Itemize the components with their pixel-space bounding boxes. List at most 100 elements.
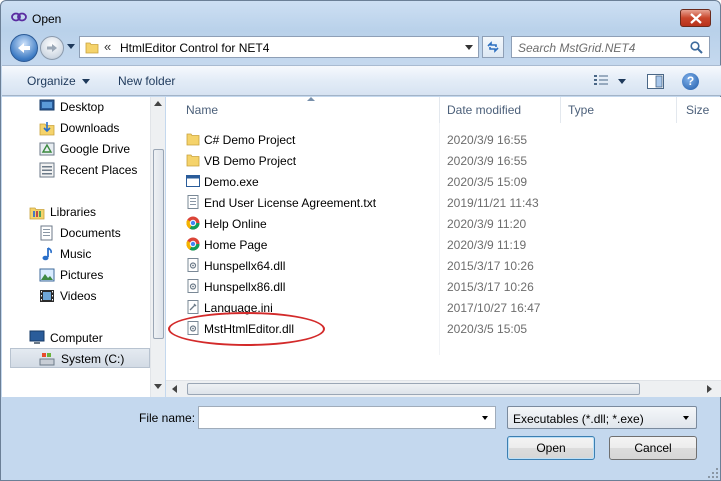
file-date: 2015/3/17 10:26 (447, 259, 534, 273)
file-list: Name Date modified Type Size C# Demo Pro… (166, 97, 721, 397)
file-row[interactable]: VB Demo Project 2020/3/9 16:55 (166, 150, 586, 171)
file-type-value: Executables (*.dll; *.exe) (513, 412, 644, 426)
sidebar-item-libraries[interactable]: Libraries (2, 202, 149, 222)
file-row[interactable]: Home Page 2020/3/9 11:19 (166, 234, 586, 255)
chevron-down-icon[interactable] (465, 45, 473, 50)
file-row[interactable]: Hunspellx86.dll 2015/3/17 10:26 (166, 276, 586, 297)
sidebar-item-computer[interactable]: Computer (2, 328, 149, 348)
file-date: 2020/3/9 16:55 (447, 133, 528, 147)
sidebar-item-label: Google Drive (60, 142, 131, 156)
sidebar-item-system-c[interactable]: System (C:) (10, 348, 150, 368)
sidebar-item-documents[interactable]: Documents (2, 223, 149, 243)
chevron-down-icon[interactable] (482, 416, 488, 420)
desktop-icon (39, 99, 55, 111)
sidebar-item-label: Downloads (60, 121, 120, 135)
cancel-button[interactable]: Cancel (609, 436, 697, 460)
open-dialog: Open « HtmlEditor Control for NET4 Searc… (0, 0, 721, 481)
scroll-right-icon[interactable] (707, 385, 712, 393)
column-header-date-modified[interactable]: Date modified (440, 97, 560, 123)
breadcrumb-current-folder[interactable]: HtmlEditor Control for NET4 (120, 41, 269, 55)
ini-file-icon (187, 300, 199, 314)
window-title: Open (32, 12, 62, 26)
back-button[interactable] (10, 34, 38, 62)
address-bar[interactable]: « HtmlEditor Control for NET4 (79, 36, 479, 58)
folder-icon (186, 154, 200, 167)
file-date: 2017/10/27 16:47 (447, 301, 541, 315)
column-header-label: Date modified (447, 103, 522, 117)
refresh-button[interactable] (482, 36, 504, 58)
search-box[interactable] (511, 36, 710, 58)
sidebar-item-label: Recent Places (60, 163, 138, 177)
file-name: VB Demo Project (204, 154, 297, 168)
sidebar-item-pictures[interactable]: Pictures (2, 265, 149, 285)
change-view-icon[interactable] (593, 74, 609, 88)
file-row[interactable]: Demo.exe 2020/3/5 15:09 (166, 171, 586, 192)
scroll-up-icon[interactable] (154, 101, 162, 106)
file-date: 2020/3/9 16:55 (447, 154, 528, 168)
file-name: Home Page (204, 238, 268, 252)
file-row[interactable]: Hunspellx64.dll 2015/3/17 10:26 (166, 255, 586, 276)
refresh-icon (487, 41, 499, 53)
scroll-left-icon[interactable] (172, 385, 177, 393)
column-header-size[interactable]: Size (677, 97, 721, 123)
file-date: 2015/3/17 10:26 (447, 280, 534, 294)
file-date: 2019/11/21 11:43 (447, 196, 539, 210)
file-date: 2020/3/9 11:20 (447, 217, 527, 231)
breadcrumb-overflow[interactable]: « (104, 39, 111, 54)
sidebar-item-label: Music (60, 247, 92, 261)
organize-menu[interactable]: Organize (27, 74, 90, 88)
column-header-label: Size (686, 103, 710, 117)
videos-icon (40, 290, 54, 302)
resize-grip-icon[interactable] (707, 467, 719, 479)
file-list-horizontal-scrollbar[interactable] (166, 380, 721, 397)
open-button[interactable]: Open (507, 436, 595, 460)
forward-arrow-icon (47, 44, 57, 52)
file-name: Hunspellx86.dll (204, 280, 286, 294)
drive-icon (39, 353, 55, 366)
close-button[interactable] (680, 9, 711, 27)
file-type-select[interactable]: Executables (*.dll; *.exe) (507, 406, 697, 429)
file-row[interactable]: End User License Agreement.txt 2019/11/2… (166, 192, 586, 213)
scroll-down-icon[interactable] (154, 384, 162, 389)
column-header-type[interactable]: Type (561, 97, 676, 123)
sidebar-item-music[interactable]: Music (2, 244, 149, 264)
sidebar-item-downloads[interactable]: Downloads (2, 118, 149, 138)
scrollbar-thumb[interactable] (187, 383, 640, 395)
close-icon (690, 13, 702, 24)
recent-places-icon (39, 162, 55, 178)
sidebar-item-desktop[interactable]: Desktop (2, 97, 149, 117)
chevron-down-icon (81, 79, 90, 85)
file-name-combobox[interactable] (198, 406, 496, 429)
search-input[interactable] (518, 40, 683, 56)
help-icon[interactable]: ? (682, 73, 699, 90)
sidebar-item-videos[interactable]: Videos (2, 286, 149, 306)
sort-ascending-icon (307, 97, 315, 101)
preview-pane-icon[interactable] (647, 74, 664, 89)
sidebar-item-label: Libraries (50, 205, 97, 219)
column-header-label: Name (186, 103, 219, 117)
file-row[interactable]: C# Demo Project 2020/3/9 16:55 (166, 129, 586, 150)
dll-icon (187, 279, 199, 293)
forward-button[interactable] (40, 36, 64, 60)
chevron-down-icon (683, 416, 689, 420)
navigation-pane-scrollbar[interactable] (150, 97, 165, 397)
file-name-field[interactable] (202, 410, 472, 425)
search-icon[interactable] (690, 41, 703, 54)
view-options-dropdown[interactable] (618, 79, 626, 84)
new-folder-button[interactable]: New folder (118, 74, 175, 88)
recent-locations-dropdown[interactable] (67, 44, 75, 49)
column-header-name[interactable]: Name (166, 97, 439, 123)
file-row[interactable]: Help Online 2020/3/9 11:20 (166, 213, 586, 234)
folder-icon (186, 133, 200, 146)
libraries-icon (29, 207, 45, 220)
scrollbar-thumb[interactable] (153, 149, 164, 339)
back-arrow-icon (18, 43, 30, 53)
file-name: Demo.exe (204, 175, 259, 189)
exe-icon (186, 175, 200, 187)
file-date: 2020/3/5 15:09 (447, 175, 528, 189)
pictures-icon (39, 268, 55, 282)
sidebar-item-recent-places[interactable]: Recent Places (2, 160, 149, 180)
downloads-icon (39, 122, 55, 136)
sidebar-item-google-drive[interactable]: Google Drive (2, 139, 149, 159)
file-name: Help Online (204, 217, 267, 231)
